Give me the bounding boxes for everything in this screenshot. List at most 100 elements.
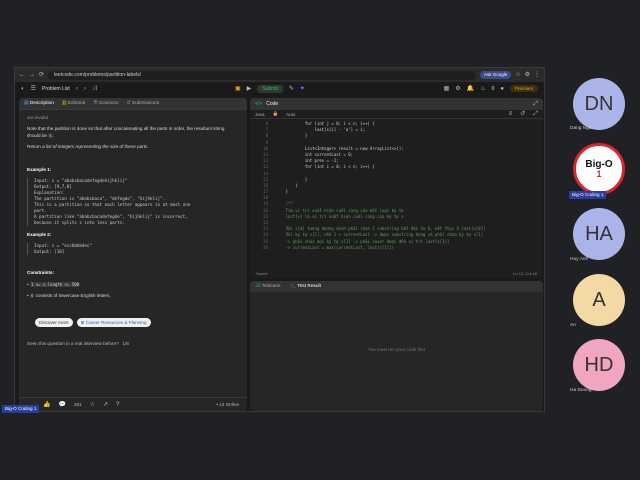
seen-question: Seen this question in a real interview b… bbox=[27, 340, 129, 346]
format-icon[interactable]: ≡ bbox=[509, 111, 513, 117]
star-icon[interactable]: ☆ bbox=[515, 72, 520, 78]
shuffle-icon[interactable]: ⤨ bbox=[92, 86, 97, 92]
auto-label: Auto bbox=[286, 111, 296, 117]
participant-name-dn: Dang Ngo bbox=[570, 126, 592, 131]
prev-problem-icon[interactable]: ‹ bbox=[76, 86, 78, 92]
line-text: } bbox=[276, 189, 289, 195]
code-panel: </> Code ⤢ Java 🔒 Auto ≡ ↺ ⤢ 6 for (int … bbox=[250, 98, 543, 278]
code-icon: </> bbox=[255, 101, 263, 107]
url-bar-row: ← → ⟳ leetcode.com/problems/partition-la… bbox=[15, 68, 544, 82]
logo-digit: 1 bbox=[596, 168, 602, 179]
note-icon[interactable]: ✎ bbox=[289, 86, 294, 92]
code-header: </> Code ⤢ bbox=[250, 98, 543, 110]
code-footer: Saved Ln 13, Col 18 bbox=[250, 269, 543, 278]
book-icon: ▥ bbox=[61, 101, 67, 106]
example-1-title: Example 1: bbox=[27, 166, 52, 172]
discover-more-button[interactable]: Discover more bbox=[35, 317, 73, 327]
code-editor[interactable]: 6 for (int j = 0; i < n; i++) {7 last[s[… bbox=[250, 119, 543, 251]
streak-count: 0 bbox=[491, 85, 495, 92]
flask-icon: ⚗ bbox=[93, 101, 98, 106]
bookmark-icon[interactable]: ☆ bbox=[90, 402, 95, 408]
settings-icon[interactable]: ⚙ bbox=[455, 86, 460, 92]
presenter-tag: Big-O Coding 1 bbox=[2, 405, 40, 413]
logo-tag: Big-O Coding 1 bbox=[569, 191, 607, 199]
participant-avatar-ha[interactable]: HA bbox=[573, 208, 625, 260]
share-icon[interactable]: ↗ bbox=[103, 402, 108, 408]
participant-name-hd: Ha Duong bbox=[570, 388, 592, 393]
premium-button[interactable]: Premium bbox=[509, 85, 538, 92]
constraint-1: • 1 <= s.length <= 500 bbox=[27, 281, 81, 287]
run-tools: ▣ ▶ Submit ✎ ✦ bbox=[235, 85, 305, 93]
reset-icon[interactable]: ↺ bbox=[520, 111, 525, 117]
grid-icon: ⊞ bbox=[80, 319, 85, 325]
reload-icon[interactable]: ⟳ bbox=[39, 72, 44, 78]
top-fragment: are invalid. bbox=[27, 115, 50, 120]
problem-list-link[interactable]: Problem List bbox=[42, 86, 70, 92]
description-footer: 👍 💬 261 ☆ ↗ ? • 14 Online bbox=[19, 397, 247, 411]
career-resources-button[interactable]: ⊞ Career Resources & Planning bbox=[76, 317, 151, 327]
fullscreen-icon[interactable]: ⤢ bbox=[533, 111, 538, 117]
participant-avatar-hd[interactable]: HD bbox=[573, 339, 625, 391]
run-icon[interactable]: ▶ bbox=[247, 86, 252, 92]
tab-submissions[interactable]: ↺ Submissions bbox=[127, 101, 160, 106]
avatar-icon[interactable]: ● bbox=[500, 86, 504, 92]
comment-icon[interactable]: 💬 bbox=[58, 402, 65, 408]
cursor-position: Ln 13, Col 18 bbox=[513, 271, 537, 276]
next-problem-icon[interactable]: › bbox=[84, 86, 86, 92]
like-count: 261 bbox=[73, 402, 82, 407]
ask-google-button[interactable]: Ask Google bbox=[479, 71, 512, 79]
return-paragraph: Return a list of integers representing t… bbox=[27, 144, 149, 150]
participant-avatar-dn[interactable]: DN bbox=[573, 78, 625, 130]
description-panel: ▤ Description ▥ Editorial ⚗ Solutions ↺ … bbox=[19, 98, 247, 411]
line-text: -> currentLast = max(currentLast, last[s… bbox=[276, 244, 395, 250]
tab-editorial[interactable]: ▥ Editorial bbox=[62, 101, 85, 106]
history-icon: ↺ bbox=[126, 101, 131, 106]
leetcode-topnav: ◐ ☰ Problem List ‹ › ⤨ ▣ ▶ Submit ✎ ✦ ▦ … bbox=[15, 82, 544, 96]
test-placeholder: You must run your code first bbox=[367, 347, 426, 352]
help-icon[interactable]: ? bbox=[116, 402, 119, 408]
list-icon: ☰ bbox=[30, 86, 37, 92]
tab-test-result[interactable]: >_ Test Result bbox=[291, 284, 321, 289]
address-bar[interactable]: leetcode.com/problems/partition-labels/ bbox=[48, 70, 476, 80]
extensions-icon[interactable]: ⚙ bbox=[525, 72, 530, 78]
language-select[interactable]: Java bbox=[255, 112, 265, 117]
problem-description: are invalid. Note that the partition is … bbox=[19, 110, 247, 376]
debug-icon[interactable]: ▣ bbox=[235, 86, 241, 92]
code-line: 26 -> currentLast = max(currentLast, las… bbox=[250, 245, 543, 251]
tab-description[interactable]: ▤ Description bbox=[24, 101, 54, 106]
user-tools: ▦ ⚙ 🔔 ♨ 0 ● Premium bbox=[444, 85, 538, 92]
like-icon[interactable]: 👍 bbox=[43, 402, 50, 408]
discover-row: Discover more ⊞ Career Resources & Plann… bbox=[35, 317, 239, 327]
constraint-2: • s consists of lowercase English letter… bbox=[27, 293, 111, 299]
tab-solutions[interactable]: ⚗ Solutions bbox=[93, 101, 118, 106]
saved-status: Saved bbox=[256, 271, 268, 276]
constraints-title: Constraints: bbox=[27, 270, 55, 276]
line-number: 26 bbox=[263, 244, 268, 250]
participant-name-a: An bbox=[570, 323, 576, 328]
code-toolbar: Java 🔒 Auto ≡ ↺ ⤢ bbox=[250, 110, 543, 119]
forward-icon[interactable]: → bbox=[29, 72, 35, 78]
participant-name-ha: Huy Anh bbox=[570, 257, 589, 262]
back-icon[interactable]: ← bbox=[19, 72, 25, 78]
code-title: Code bbox=[266, 101, 279, 107]
description-tabs: ▤ Description ▥ Editorial ⚗ Solutions ↺ … bbox=[19, 98, 247, 110]
leetcode-logo-icon[interactable]: ◐ bbox=[21, 86, 25, 92]
terminal-icon: >_ bbox=[290, 284, 296, 289]
big-o-logo[interactable]: Big-O 1 bbox=[573, 143, 625, 195]
participants-sidebar: DN Dang Ngo Big-O 1 Big-O Coding 1 HA Hu… bbox=[560, 70, 640, 410]
ai-icon[interactable]: ✦ bbox=[300, 86, 305, 92]
example-2-block: Input: s = "eccbbbbdec" Output: [10] bbox=[27, 243, 239, 256]
participant-avatar-a[interactable]: A bbox=[573, 274, 625, 326]
line-text: } bbox=[276, 133, 308, 139]
layout-icon[interactable]: ▦ bbox=[444, 86, 450, 92]
line-text: for (int i = 0; i < n; i++) { bbox=[276, 164, 375, 170]
menu-icon[interactable]: ⋮ bbox=[534, 72, 540, 78]
test-panel: ☑ Testcase >_ Test Result You must run y… bbox=[250, 281, 543, 411]
maximize-icon[interactable]: ⤢ bbox=[533, 101, 538, 107]
browser-window: ← → ⟳ leetcode.com/problems/partition-la… bbox=[14, 67, 545, 412]
bell-icon[interactable]: 🔔 bbox=[467, 86, 474, 92]
note-paragraph: Note that the partition is done so that … bbox=[27, 126, 225, 138]
submit-button[interactable]: Submit bbox=[257, 85, 283, 93]
tab-testcase[interactable]: ☑ Testcase bbox=[256, 284, 281, 289]
test-tabs: ☑ Testcase >_ Test Result bbox=[250, 281, 543, 292]
